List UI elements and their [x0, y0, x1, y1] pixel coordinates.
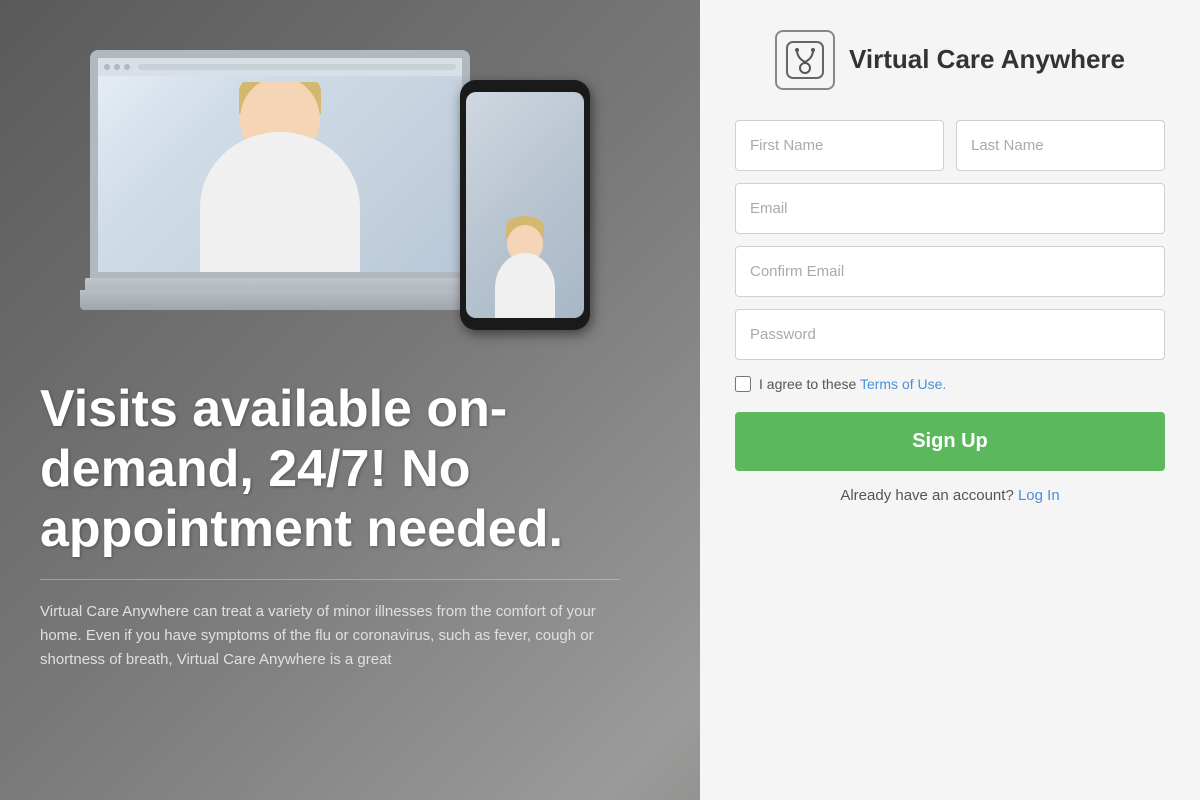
login-row: Already have an account? Log In [840, 487, 1059, 504]
divider [40, 579, 620, 580]
name-row [735, 120, 1165, 171]
description: Virtual Care Anywhere can treat a variet… [40, 600, 620, 672]
screen-dot-3 [124, 64, 130, 70]
last-name-input[interactable] [956, 120, 1165, 171]
phone [460, 80, 590, 330]
terms-prefix: I agree to these [759, 376, 860, 392]
terms-label[interactable]: I agree to these Terms of Use. [759, 376, 946, 392]
phone-doctor [485, 198, 565, 318]
first-name-input[interactable] [735, 120, 944, 171]
left-panel: Visits available on-demand, 24/7! No app… [0, 0, 660, 800]
phone-screen [466, 92, 584, 318]
screen-dot-1 [104, 64, 110, 70]
laptop-screen-inner [98, 58, 462, 272]
screen-topbar [98, 58, 462, 76]
email-input[interactable] [735, 183, 1165, 234]
device-image [60, 40, 600, 360]
screen-dot-2 [114, 64, 120, 70]
right-panel: Virtual Care Anywhere I agree to these T… [700, 0, 1200, 800]
logo-icon [775, 30, 835, 90]
logo-text: Virtual Care Anywhere [849, 44, 1125, 75]
phone-doctor-body [495, 253, 555, 318]
login-link[interactable]: Log In [1018, 487, 1060, 504]
password-input[interactable] [735, 309, 1165, 360]
terms-row: I agree to these Terms of Use. [735, 376, 1165, 392]
confirm-email-input[interactable] [735, 246, 1165, 297]
terms-link[interactable]: Terms of Use. [860, 376, 946, 392]
logo-area: Virtual Care Anywhere [775, 30, 1125, 90]
headline: Visits available on-demand, 24/7! No app… [40, 380, 620, 559]
terms-checkbox[interactable] [735, 376, 751, 392]
screen-bar [138, 64, 456, 70]
signup-form: I agree to these Terms of Use. Sign Up [735, 120, 1165, 471]
laptop-screen [90, 50, 470, 280]
signup-button[interactable]: Sign Up [735, 412, 1165, 471]
laptop [80, 50, 480, 310]
login-text: Already have an account? [840, 487, 1013, 504]
laptop-base [80, 290, 480, 310]
doctor-face [170, 82, 390, 272]
doctor-body [200, 132, 360, 272]
